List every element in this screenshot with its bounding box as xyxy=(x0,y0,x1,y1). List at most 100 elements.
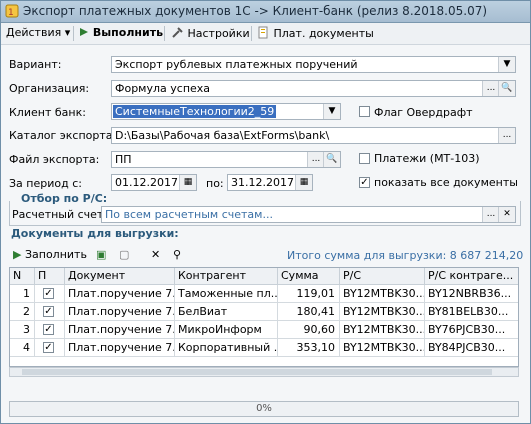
organization-field[interactable]: Формула успеха ... 🔍 xyxy=(111,80,516,97)
payments-checkbox[interactable] xyxy=(359,153,370,164)
ellipsis-icon[interactable]: ... xyxy=(307,152,324,167)
fill-button[interactable]: ▶ Заполнить xyxy=(13,248,87,263)
cell-sum[interactable]: 353,10 xyxy=(278,339,340,357)
cell-account[interactable]: BY12MTBK30... xyxy=(340,303,425,321)
title-bar: 1 Экспорт платежных документов 1С -> Кли… xyxy=(1,1,530,23)
search-icon[interactable]: 🔍 xyxy=(323,152,340,167)
documents-section-title: Документы для выгрузки: xyxy=(11,227,179,240)
period-from-value: 01.12.2017 xyxy=(115,176,178,189)
row-checkbox[interactable]: ✓ xyxy=(43,342,54,353)
dropdown-arrow-icon[interactable]: ▼ xyxy=(498,57,515,72)
account-label: Расчетный счет: xyxy=(12,208,108,221)
settings-label: Настройки xyxy=(187,27,250,40)
ellipsis-icon[interactable]: ... xyxy=(482,81,499,96)
actions-label: Действия xyxy=(6,26,62,39)
cell-sum[interactable]: 119,01 xyxy=(278,285,340,303)
cell-account[interactable]: BY12MTBK30... xyxy=(340,285,425,303)
wrench-icon xyxy=(172,27,183,38)
cell-contractor[interactable]: МикроИнформ xyxy=(175,321,278,339)
search-icon[interactable]: 🔍 xyxy=(498,81,515,96)
play-arrow-icon: ▶ xyxy=(13,248,22,261)
dropdown-arrow-icon[interactable]: ▼ xyxy=(323,104,340,119)
cell-contractor-account[interactable]: BY81BELB30... xyxy=(425,303,518,321)
organization-label: Организация: xyxy=(9,82,90,95)
row-checkbox[interactable]: ✓ xyxy=(43,306,54,317)
cell-check[interactable]: ✓ xyxy=(35,303,65,321)
scrollbar-thumb[interactable] xyxy=(22,369,492,375)
settings-button[interactable]: Настройки xyxy=(171,26,250,41)
cell-contractor-account[interactable]: BY84PJCB30... xyxy=(425,339,518,357)
export-dir-label: Каталог экспорта: xyxy=(9,129,117,142)
bank-client-value: СистемныеТехнологии2_59 xyxy=(113,105,277,118)
cell-check[interactable]: ✓ xyxy=(35,339,65,357)
period-to-value: 31.12.2017 xyxy=(231,176,294,189)
col-header-contractor[interactable]: Контрагент xyxy=(175,268,278,285)
cell-document[interactable]: Плат.поручение 7... xyxy=(65,303,175,321)
bank-client-select[interactable]: СистемныеТехнологии2_59 ▼ xyxy=(111,103,341,120)
cell-contractor-account[interactable]: BY76PJCB30... xyxy=(425,321,518,339)
col-header-document[interactable]: Документ xyxy=(65,268,175,285)
period-from-field[interactable]: 01.12.2017 ▦ xyxy=(111,174,197,191)
col-header-account[interactable]: Р/С xyxy=(340,268,425,285)
documents-table[interactable]: N П Документ Контрагент Сумма Р/С Р/С ко… xyxy=(9,267,519,367)
col-header-p[interactable]: П xyxy=(35,268,65,285)
calendar-icon[interactable]: ▦ xyxy=(179,175,196,190)
col-header-n[interactable]: N xyxy=(10,268,35,285)
fill-label: Заполнить xyxy=(24,248,87,261)
export-file-field[interactable]: ПП ... 🔍 xyxy=(111,151,341,168)
cell-contractor[interactable]: Корпоративный ... xyxy=(175,339,278,357)
execute-button[interactable]: Выполнить xyxy=(79,26,163,41)
export-dir-field[interactable]: D:\Базы\Рабочая база\ExtForms\bank\ ... xyxy=(111,127,516,144)
payments-label: Платежи (МТ-103) xyxy=(374,152,480,165)
overdraft-checkbox[interactable] xyxy=(359,106,370,117)
select-all-icon[interactable]: ▣ xyxy=(96,248,106,263)
ellipsis-icon[interactable]: ... xyxy=(482,207,499,222)
cell-n[interactable]: 4 xyxy=(10,339,35,357)
col-header-contractor-account[interactable]: Р/С контраге... xyxy=(425,268,518,285)
cell-account[interactable]: BY12MTBK30... xyxy=(340,321,425,339)
account-value: По всем расчетным счетам... xyxy=(105,208,273,221)
toolbar-separator xyxy=(73,26,74,41)
delete-icon[interactable]: ✕ xyxy=(151,248,160,263)
progress-label: 0% xyxy=(256,403,272,414)
ellipsis-icon[interactable]: ... xyxy=(498,128,515,143)
calendar-icon[interactable]: ▦ xyxy=(295,175,312,190)
progress-bar: 0% xyxy=(9,401,519,417)
organization-value: Формула успеха xyxy=(115,82,211,95)
show-all-checkbox[interactable]: ✓ xyxy=(359,177,370,188)
clear-icon[interactable]: ✕ xyxy=(498,207,515,222)
variant-label: Вариант: xyxy=(9,58,62,71)
cell-n[interactable]: 3 xyxy=(10,321,35,339)
row-checkbox[interactable]: ✓ xyxy=(43,324,54,335)
cell-check[interactable]: ✓ xyxy=(35,285,65,303)
period-to-label: по: xyxy=(206,177,224,190)
search-icon[interactable]: ⚲ xyxy=(173,248,181,263)
cell-sum[interactable]: 90,60 xyxy=(278,321,340,339)
deselect-all-icon[interactable]: ▢ xyxy=(119,248,129,263)
horizontal-scrollbar[interactable] xyxy=(9,367,519,377)
filter-section-title: Отбор по Р/С: xyxy=(19,192,110,205)
payment-docs-button[interactable]: Плат. документы xyxy=(257,26,374,41)
cell-contractor-account[interactable]: BY12NBRB36... xyxy=(425,285,518,303)
variant-select[interactable]: Экспорт рублевых платежных поручений ▼ xyxy=(111,56,516,73)
cell-sum[interactable]: 180,41 xyxy=(278,303,340,321)
cell-check[interactable]: ✓ xyxy=(35,321,65,339)
period-to-field[interactable]: 31.12.2017 ▦ xyxy=(227,174,313,191)
export-dir-value: D:\Базы\Рабочая база\ExtForms\bank\ xyxy=(115,129,330,142)
col-header-sum[interactable]: Сумма xyxy=(278,268,340,285)
cell-n[interactable]: 1 xyxy=(10,285,35,303)
row-checkbox[interactable]: ✓ xyxy=(43,288,54,299)
variant-value: Экспорт рублевых платежных поручений xyxy=(115,58,358,71)
cell-document[interactable]: Плат.поручение 7... xyxy=(65,339,175,357)
cell-contractor[interactable]: Таможенные пл... xyxy=(175,285,278,303)
cell-n[interactable]: 2 xyxy=(10,303,35,321)
actions-menu[interactable]: Действия ▾ xyxy=(6,26,70,41)
overdraft-label: Флаг Овердрафт xyxy=(374,106,473,119)
play-arrow-icon xyxy=(80,28,88,36)
cell-account[interactable]: BY12MTBK30... xyxy=(340,339,425,357)
svg-text:1: 1 xyxy=(8,8,14,18)
account-field[interactable]: По всем расчетным счетам... ... ✕ xyxy=(101,206,516,223)
cell-contractor[interactable]: БелВиат xyxy=(175,303,278,321)
cell-document[interactable]: Плат.поручение 7... xyxy=(65,321,175,339)
cell-document[interactable]: Плат.поручение 7... xyxy=(65,285,175,303)
